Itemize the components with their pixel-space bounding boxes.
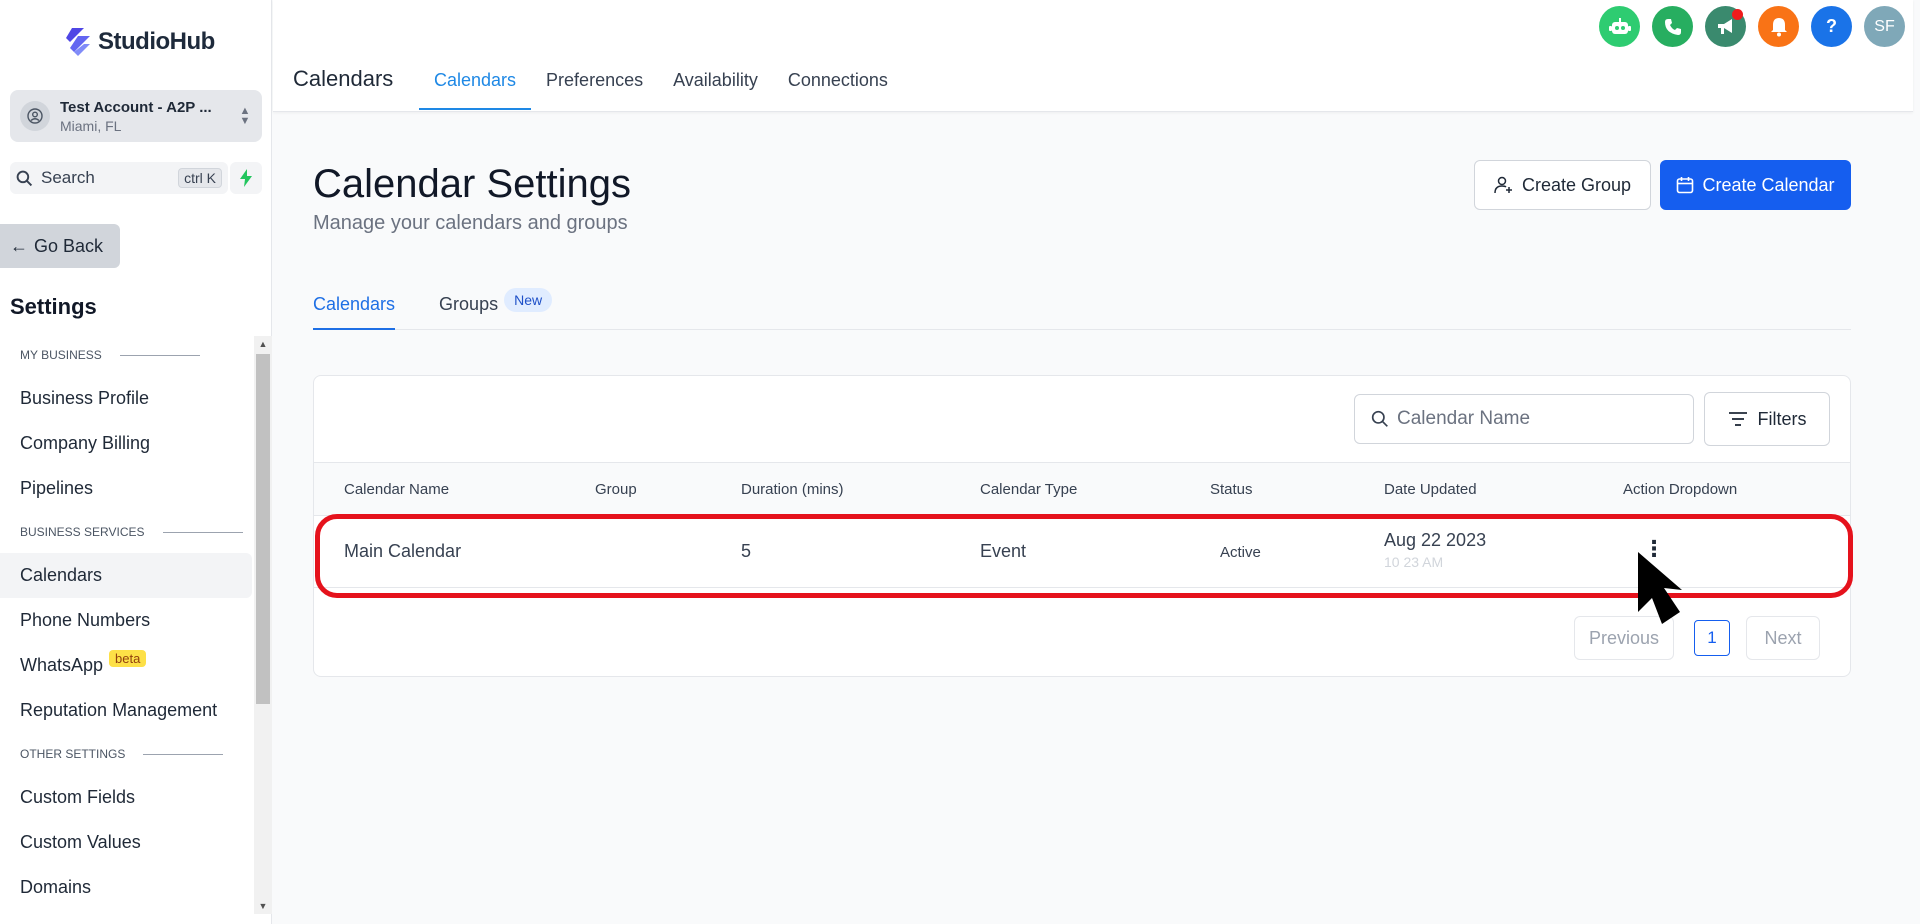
create-group-button[interactable]: Create Group [1474, 160, 1651, 210]
top-tabs: Calendars Preferences Availability Conne… [419, 58, 903, 110]
page-subtitle: Manage your calendars and groups [313, 212, 628, 234]
settings-heading: Settings [10, 294, 97, 319]
account-location: Miami, FL [60, 117, 122, 134]
tab-calendars-list[interactable]: Calendars [313, 282, 396, 330]
column-header[interactable]: Date Updated [1384, 481, 1477, 498]
help-icon[interactable]: ? [1811, 6, 1852, 47]
bot-icon[interactable] [1599, 6, 1640, 47]
beta-badge: beta [109, 650, 147, 667]
create-group-label: Create Group [1521, 174, 1632, 195]
next-page-button[interactable]: Next [1746, 616, 1820, 660]
tab-calendars[interactable]: Calendars [419, 58, 532, 110]
sidebar-item-phone-numbers[interactable]: Phone Numbers [0, 598, 252, 643]
sidebar: StudioHub Test Account - A2P ... Miami, … [0, 0, 272, 924]
filters-button[interactable]: Filters [1704, 392, 1830, 446]
logo-icon [66, 28, 90, 56]
account-switcher[interactable]: Test Account - A2P ... Miami, FL ▲ ▼ [10, 90, 262, 142]
quick-actions-button[interactable] [230, 162, 262, 194]
filters-label: Filters [1757, 408, 1807, 429]
top-bar: Calendars Calendars Preferences Availabi… [273, 0, 1913, 112]
header-actions: ? SF [1599, 6, 1905, 47]
sidebar-item-company-billing[interactable]: Company Billing [0, 421, 252, 466]
calendar-subtabs: Calendars Groups New [313, 282, 1851, 330]
sidebar-item-whatsapp[interactable]: WhatsApp beta [0, 643, 252, 688]
create-calendar-button[interactable]: Create Calendar [1660, 160, 1851, 210]
section-title: Calendars [293, 66, 394, 91]
tab-preferences[interactable]: Preferences [531, 58, 658, 110]
phone-icon[interactable] [1652, 6, 1693, 47]
tab-connections[interactable]: Connections [773, 58, 903, 110]
lightning-icon [240, 169, 252, 187]
settings-nav: MY BUSINESS Business Profile Company Bil… [0, 334, 252, 914]
search-icon [1371, 410, 1388, 427]
column-header[interactable]: Calendar Name [344, 481, 449, 498]
tab-groups[interactable]: Groups New [439, 282, 553, 330]
table-header: Calendar Name Group Duration (mins) Cale… [314, 462, 1850, 516]
sidebar-item-calendars[interactable]: Calendars [0, 553, 252, 598]
search-label: Search [41, 168, 95, 187]
arrow-left-icon: ← [10, 235, 28, 256]
scroll-up-icon[interactable]: ▲ [254, 336, 272, 352]
go-back-button[interactable]: ← Go Back [0, 224, 120, 268]
pointer-arrow-icon [1638, 552, 1682, 624]
brand-logo[interactable]: StudioHub [64, 26, 215, 58]
brand-name: StudioHub [98, 28, 215, 55]
sidebar-item-pipelines[interactable]: Pipelines [0, 466, 252, 511]
sidebar-item-business-profile[interactable]: Business Profile [0, 376, 252, 421]
search-icon [16, 170, 33, 186]
section-heading-other-settings: OTHER SETTINGS [0, 733, 252, 775]
scroll-thumb[interactable] [256, 354, 270, 704]
avatar[interactable]: SF [1864, 6, 1905, 47]
sidebar-item-domains[interactable]: Domains [0, 865, 252, 910]
search-shortcut: ctrl K [178, 168, 222, 188]
sidebar-item-custom-values[interactable]: Custom Values [0, 820, 252, 865]
column-header[interactable]: Calendar Type [980, 481, 1077, 498]
notification-dot [1732, 9, 1743, 20]
calendar-search-input[interactable] [1397, 408, 1667, 430]
calendar-icon [1677, 177, 1694, 194]
scroll-down-icon[interactable]: ▼ [254, 898, 272, 914]
column-header[interactable]: Duration (mins) [741, 481, 844, 498]
add-user-icon [1494, 176, 1512, 194]
account-icon [20, 101, 50, 131]
filter-icon [1728, 412, 1747, 426]
column-header[interactable]: Group [595, 481, 637, 498]
new-badge: New [504, 288, 553, 312]
chevron-updown-icon: ▲ ▼ [239, 105, 251, 127]
megaphone-icon[interactable] [1705, 6, 1746, 47]
account-name: Test Account - A2P ... [60, 98, 212, 116]
sidebar-item-label: WhatsApp [20, 655, 104, 675]
column-header: Action Dropdown [1623, 481, 1738, 498]
create-calendar-label: Create Calendar [1702, 174, 1835, 195]
search-button[interactable]: Search ctrl K [10, 162, 228, 194]
calendar-search[interactable] [1354, 394, 1694, 444]
page-1-button[interactable]: 1 [1694, 620, 1730, 656]
sidebar-item-custom-fields[interactable]: Custom Fields [0, 775, 252, 820]
section-heading-my-business: MY BUSINESS [0, 334, 252, 376]
section-heading-business-services: BUSINESS SERVICES [0, 511, 252, 553]
go-back-label: Go Back [34, 235, 104, 256]
page-title: Calendar Settings [313, 162, 631, 206]
sidebar-scrollbar[interactable]: ▲ ▼ [254, 336, 272, 914]
sidebar-item-reputation-management[interactable]: Reputation Management [0, 688, 252, 733]
bell-icon[interactable] [1758, 6, 1799, 47]
column-header[interactable]: Status [1210, 481, 1253, 498]
tab-availability[interactable]: Availability [658, 58, 773, 110]
row-highlight-annotation [315, 514, 1853, 598]
tab-groups-label: Groups [439, 294, 499, 314]
